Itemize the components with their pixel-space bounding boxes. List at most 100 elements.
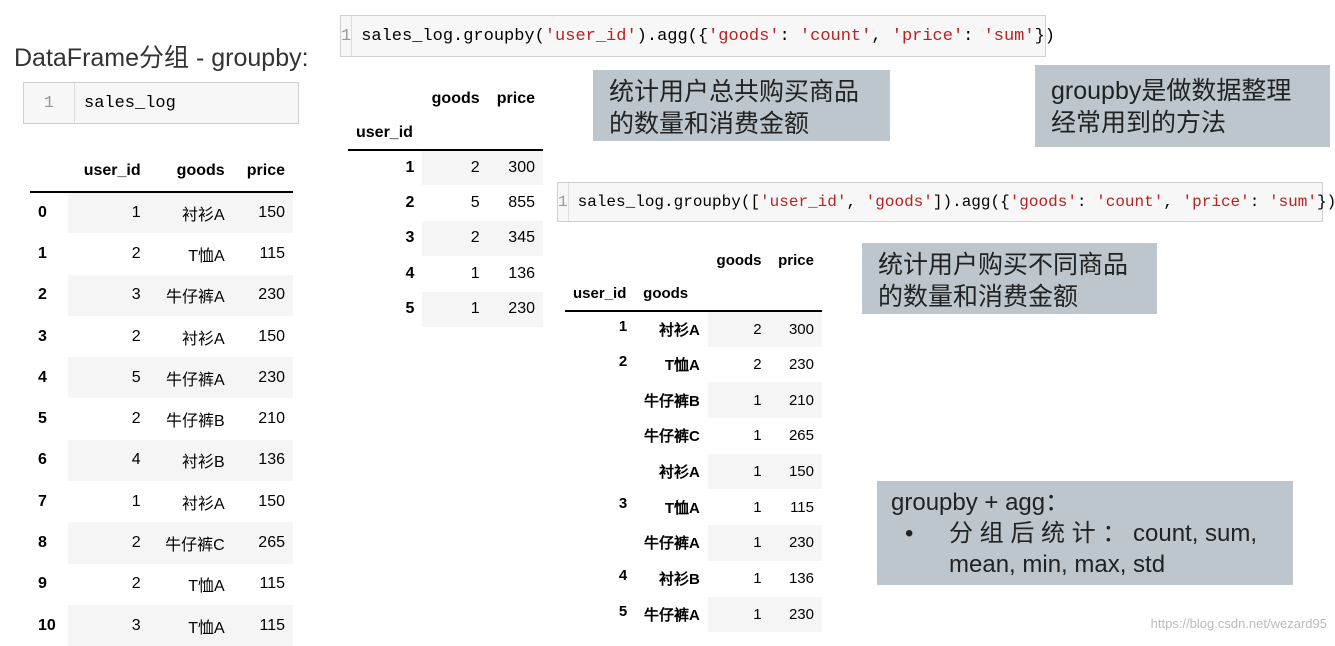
table-cell: 5 (67, 357, 149, 399)
code-text: sales_log (84, 93, 176, 113)
table-cell: 衬衫B (658, 571, 700, 589)
note-title: groupby + agg： (891, 489, 1070, 516)
table-cell: 2 (131, 410, 141, 428)
table-row: 2 3 牛仔裤A 230 (30, 274, 293, 316)
table-cell: 230 (769, 596, 822, 633)
table-row: 1 2 T恤A 115 (30, 233, 293, 274)
code-token: ).agg({ (636, 26, 709, 46)
code-cell-sales-log[interactable]: 1 sales_log (23, 82, 299, 124)
column-header (30, 150, 68, 192)
code-token: sales_log.groupby( (361, 26, 545, 46)
table-cell: 6 (38, 451, 47, 469)
index-name: user_id (573, 285, 627, 302)
code-token: : (963, 26, 984, 46)
table-cell: 3 (38, 327, 47, 345)
line-number: 1 (341, 16, 353, 56)
table-cell: 1 (753, 570, 762, 588)
table-cell: 1 (753, 427, 762, 445)
table-cell: 1 (470, 264, 480, 282)
table-cell: 2 (405, 194, 415, 212)
string-literal: 'user_id' (760, 193, 847, 211)
code-token: }) (1316, 193, 1335, 211)
table-cell: 1 (67, 192, 149, 234)
code-cell-groupby-user[interactable]: 1 sales_log.groupby('user_id').agg({'goo… (340, 15, 1055, 57)
table-cell: 150 (258, 327, 285, 345)
table-cell: 210 (258, 410, 285, 428)
code-token: : (1076, 193, 1097, 211)
table-cell: 2 (422, 150, 488, 186)
table-cell: 115 (259, 575, 285, 593)
string-literal: 'count' (1096, 193, 1164, 211)
table-cell: 1 (405, 159, 415, 177)
table-row: 8 2 牛仔裤C 265 (30, 522, 293, 564)
table-cell: 136 (788, 570, 814, 588)
table-cell: 230 (487, 291, 543, 327)
code-cell-groupby-user-goods[interactable]: 1 sales_log.groupby(['user_id', 'goods']… (557, 182, 1335, 222)
table-cell: 1 (131, 492, 141, 510)
table-cell: 1 (618, 318, 628, 335)
code-token: }) (1034, 26, 1055, 46)
column-header: goods (431, 90, 480, 107)
table-row: 5 牛仔裤A 1 230 (565, 596, 822, 633)
table-cell: 230 (769, 525, 822, 561)
page-title: DataFrame分组 - groupby: (14, 44, 309, 72)
line-number: 1 (24, 83, 75, 123)
note-user-total: 统计用户总共购买商品 的数量和消费金额 (593, 70, 890, 141)
table-cell: 3 (405, 229, 415, 247)
table-cell: 115 (259, 244, 285, 262)
table-cell: T恤A (188, 578, 225, 596)
table-row: 9 2 T恤A 115 (30, 564, 293, 605)
table-cell: 1 (707, 382, 770, 419)
table-cell: 150 (232, 192, 293, 234)
table-cell: 230 (788, 356, 814, 374)
table-cell: 3 (618, 495, 628, 513)
table-cell (565, 525, 636, 561)
table-cell: T恤A (148, 604, 233, 646)
table-cell: 4 (405, 264, 415, 282)
table-row: 牛仔裤C 1 265 (565, 418, 822, 454)
table-cell: T恤A (664, 357, 700, 375)
note-line: 的数量和消费金额 (878, 283, 1079, 311)
code-text: sales_log.groupby(['user_id', 'goods']).… (569, 193, 1335, 211)
table-cell: 5 (38, 410, 47, 428)
table-cell: 345 (487, 220, 543, 257)
table-cell: 2 (131, 327, 141, 345)
table-cell: 2 (131, 244, 141, 262)
table-row: 5 2 牛仔裤B 210 (30, 398, 293, 439)
note-user-goods: 统计用户购买不同商品 的数量和消费金额 (862, 243, 1157, 314)
table-cell: T恤A (664, 499, 700, 517)
table-cell: 牛仔裤B (165, 413, 225, 431)
table-row: 7 1 衬衫A 150 (30, 481, 293, 522)
note-line: 分 组 后 统 计 ： count, sum, (949, 520, 1258, 547)
table-cell: 牛仔裤A (643, 535, 700, 553)
table-cell: 5 (405, 300, 415, 318)
table-row: 4 5 牛仔裤A 230 (30, 357, 293, 399)
table-row: 6 4 衬衫B 136 (30, 439, 293, 482)
table-cell: 牛仔裤A (643, 606, 700, 624)
table-cell: 230 (232, 357, 293, 399)
table-cell: 7 (38, 492, 47, 510)
table-cell: 牛仔裤C (148, 522, 233, 564)
code-token: ]).agg({ (932, 193, 1010, 211)
column-header: goods (176, 161, 225, 179)
table-cell: 1 (753, 498, 762, 516)
code-token: , (846, 193, 866, 211)
table-row: 2 T恤A 2 230 (565, 347, 822, 383)
table-row: 3 2 衬衫A 150 (30, 316, 293, 357)
table-row: 牛仔裤B 1 210 (565, 382, 822, 419)
code-text: sales_log.groupby('user_id').agg({'goods… (352, 27, 1055, 46)
table-row: 5 1 230 (348, 291, 543, 327)
table-cell: 150 (769, 453, 822, 490)
column-header: user_id (83, 161, 141, 179)
table-cell: 115 (232, 604, 293, 646)
header-row: user_id goods price (30, 150, 293, 192)
table-cell: 1 (707, 596, 770, 633)
table-cell: 1 (707, 525, 770, 561)
table-cell: 5 (618, 602, 628, 620)
string-literal: 'price' (891, 26, 964, 46)
table-cell: 3 (67, 274, 149, 316)
table-cell: 衬衫A (181, 330, 225, 348)
table-cell: 衬衫A (658, 321, 700, 339)
table-cell: 136 (508, 264, 535, 282)
table-row: 3 T恤A 1 115 (565, 489, 822, 525)
